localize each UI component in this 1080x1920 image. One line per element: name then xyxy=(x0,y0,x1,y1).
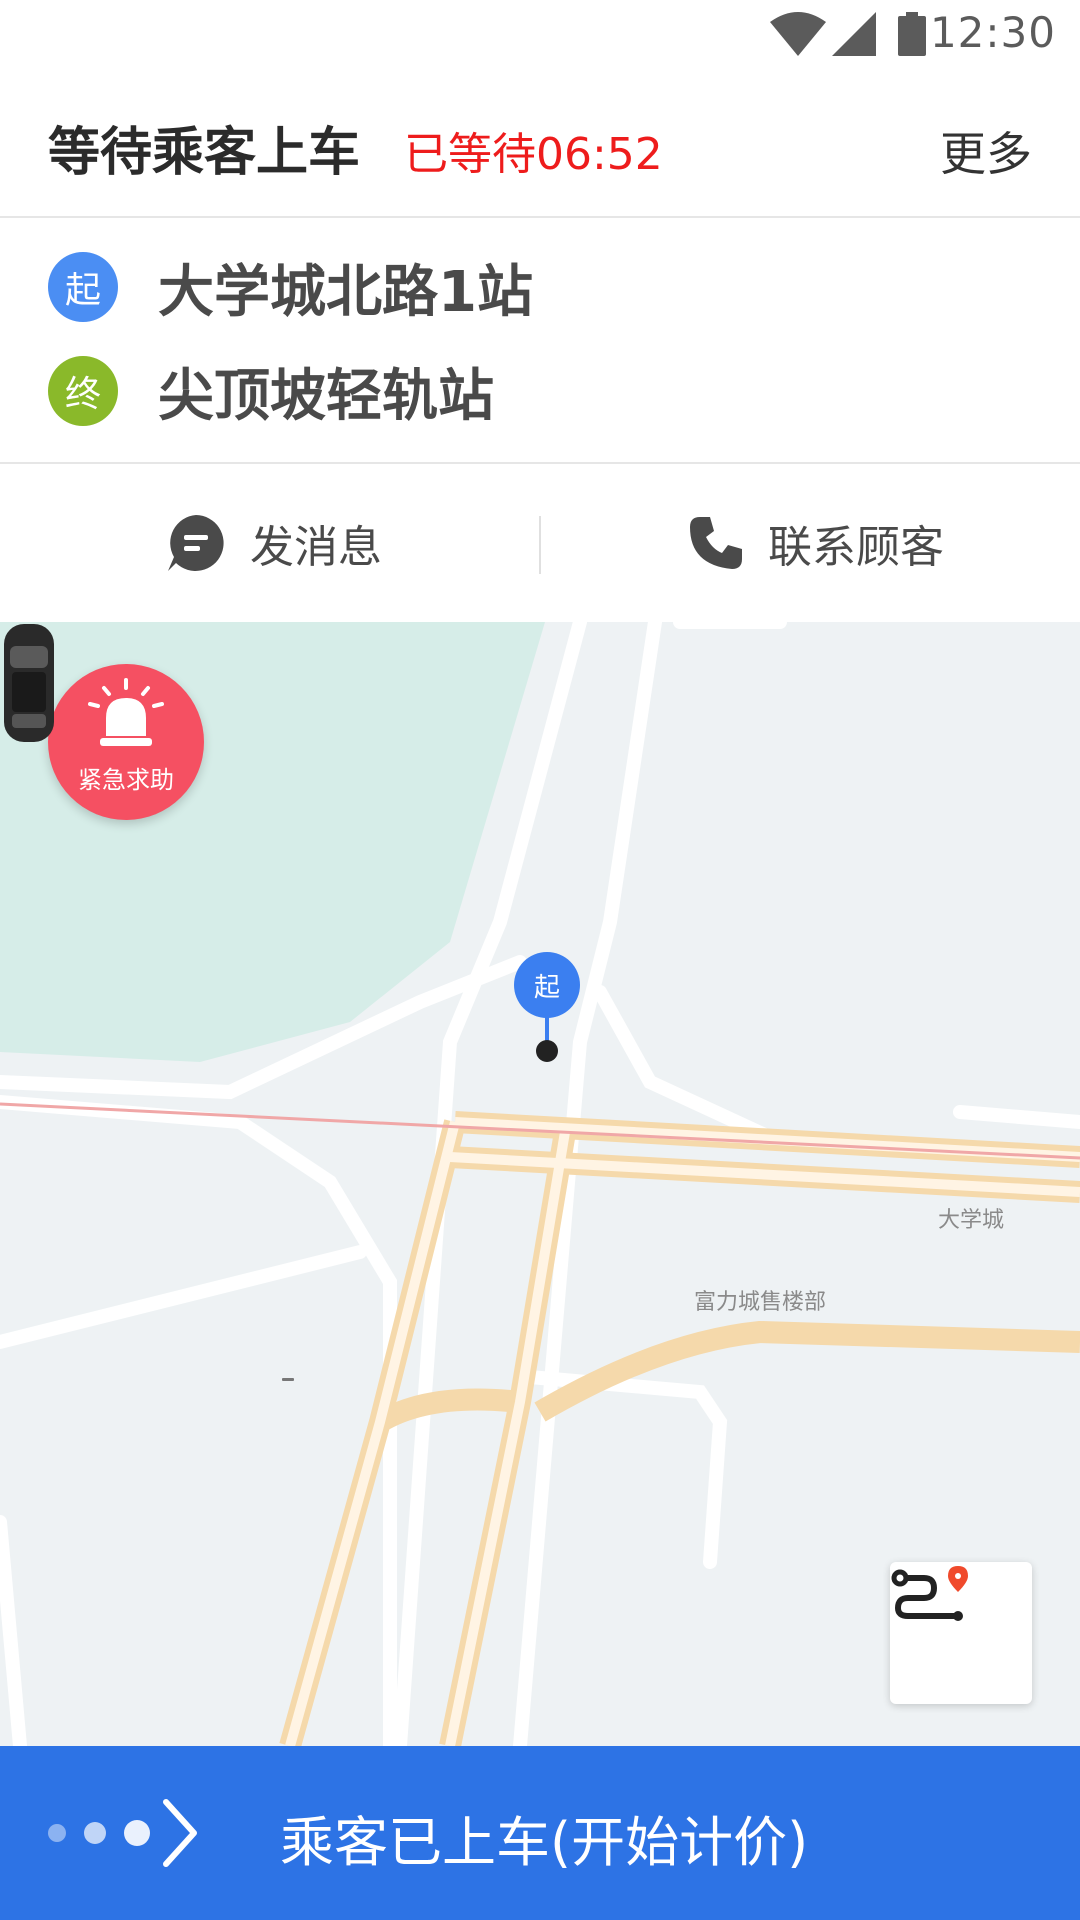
map-view[interactable]: 大学城 富力城售楼部 紧急求助 起 xyxy=(0,622,1080,1746)
emergency-help-label: 紧急求助 xyxy=(78,766,174,794)
divider xyxy=(539,516,541,574)
slide-dot xyxy=(124,1820,150,1846)
page-title: 等待乘客上车 xyxy=(48,123,361,183)
phone-icon xyxy=(690,517,742,569)
start-badge: 起 xyxy=(48,252,118,322)
slide-hint-dots xyxy=(48,1820,168,1846)
wifi-icon xyxy=(770,12,826,56)
alarm-light-icon xyxy=(88,678,164,746)
contact-actions: 发消息 联系顾客 xyxy=(0,464,1080,622)
pickup-pin: 起 xyxy=(514,952,580,1062)
pickup-pin-label: 起 xyxy=(514,952,580,1018)
waiting-timer: 已等待06:52 xyxy=(404,129,663,180)
start-place: 大学城北路1站 xyxy=(158,259,533,325)
contact-customer-label: 联系顾客 xyxy=(768,522,944,573)
route-info: 起 大学城北路1站 终 尖顶坡轻轨站 xyxy=(0,218,1080,464)
map-label-daxuecheng: 大学城 xyxy=(938,1208,1005,1233)
passenger-boarded-slider[interactable]: 乘客已上车(开始计价) xyxy=(0,1746,1080,1920)
emergency-help-button[interactable]: 紧急求助 xyxy=(48,664,204,820)
car-icon xyxy=(4,624,54,742)
end-location: 终 尖顶坡轻轨站 xyxy=(48,356,494,429)
chat-bubble-icon xyxy=(168,515,224,571)
slide-dot xyxy=(84,1822,106,1844)
map-label-fulicheng: 富力城售楼部 xyxy=(694,1290,827,1315)
send-message-button[interactable]: 发消息 xyxy=(166,506,382,580)
more-button[interactable]: 更多 xyxy=(940,118,1032,184)
end-place: 尖顶坡轻轨站 xyxy=(158,363,494,429)
passenger-boarded-label: 乘客已上车(开始计价) xyxy=(280,1811,809,1874)
slide-dot xyxy=(48,1824,66,1842)
contact-customer-button[interactable]: 联系顾客 xyxy=(688,506,944,580)
clock: 12:30 xyxy=(929,8,1056,57)
start-location: 起 大学城北路1站 xyxy=(48,252,533,325)
end-badge: 终 xyxy=(48,356,118,426)
order-header: 等待乘客上车 已等待06:52 更多 xyxy=(0,72,1080,218)
route-icon xyxy=(891,1566,968,1621)
route-overview-button[interactable] xyxy=(890,1562,1032,1704)
battery-icon xyxy=(898,12,926,56)
chevron-right-icon xyxy=(163,1799,197,1867)
cell-signal-icon xyxy=(832,12,876,56)
status-bar: 12:30 xyxy=(0,0,1080,72)
send-message-label: 发消息 xyxy=(250,522,382,573)
pickup-pin-point xyxy=(536,1040,558,1062)
